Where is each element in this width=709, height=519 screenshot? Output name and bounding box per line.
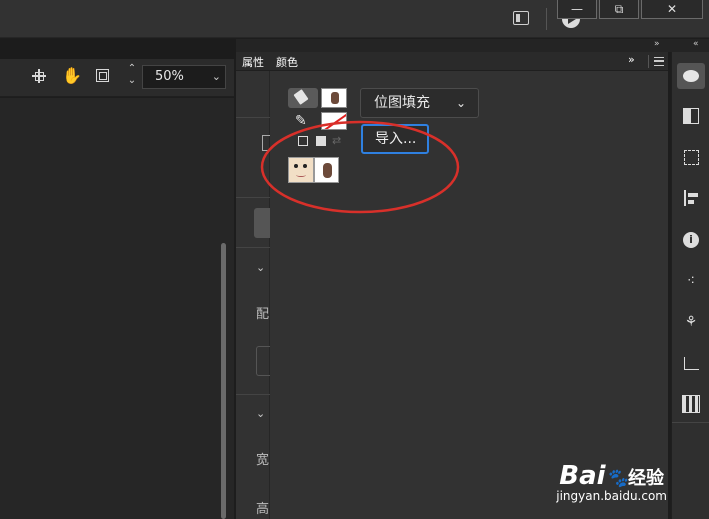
tab-color[interactable]: 颜色 [276,54,298,70]
property-label-2: 宽 [256,453,270,468]
rightbar-header: « [671,39,709,52]
divider [546,8,547,30]
frame-icon[interactable] [96,69,109,82]
vertical-scrollbar[interactable] [221,243,226,519]
panel-tab-bar: 属性 颜色 » [236,52,668,71]
crosshair-icon[interactable] [32,69,46,83]
library-icon[interactable] [677,391,705,417]
fill-type-select[interactable]: 位图填充 ⌄ [360,88,479,118]
section-chevron-icon[interactable]: ⌄ [256,407,265,420]
plugin-icon[interactable]: ⚘ [677,309,705,335]
watermark-url: jingyan.baidu.com [556,489,667,503]
annotation-ellipse [260,120,460,214]
panel-menu-icon[interactable] [654,57,664,66]
transform-icon[interactable] [677,144,705,170]
panel-header-strip: » [236,39,671,52]
paw-icon: 🐾 [605,468,628,489]
swatches-icon[interactable] [677,103,705,129]
fill-tool-button[interactable] [288,88,318,108]
palette-icon[interactable] [677,63,705,89]
minimize-button[interactable]: — [557,0,597,19]
fill-type-value: 位图填充 [374,95,430,111]
property-label-3: 高 [256,502,270,517]
right-icon-bar: i ⁖ ⚘ [671,52,709,519]
expand-panels-icon[interactable]: » [654,39,660,49]
zoom-stepper[interactable]: ⌃ ⌄ [126,63,138,91]
watermark-brand: Bai [559,461,606,491]
chevron-down-icon: ⌄ [211,70,221,83]
divider [648,55,649,68]
motion-icon[interactable]: ⁖ [677,268,705,294]
watermark-suffix: 经验 [627,468,664,489]
hand-icon[interactable]: ✋ [62,67,82,85]
bitmap-thumbnail [331,92,339,104]
title-bar: — ⧉ ✕ [0,0,709,38]
window-controls: — ⧉ ✕ [557,0,703,19]
panel-toggle-icon-inner [516,14,520,22]
stage-toolbar: ✋ ⌃ ⌄ 50% ⌄ [0,59,234,97]
collapse-rightbar-icon[interactable]: « [693,39,699,49]
restore-button[interactable]: ⧉ [599,0,639,19]
chevron-down-icon: ⌄ [455,96,466,110]
close-button[interactable]: ✕ [641,0,703,19]
stage-tabs-strip [0,39,236,59]
zoom-value: 50% [155,69,184,84]
section-chevron-icon[interactable]: ⌄ [256,261,265,274]
property-label-1: 配 [256,307,270,322]
align-icon[interactable] [677,185,705,211]
baidu-watermark: Bai🐾经验 jingyan.baidu.com [556,461,667,503]
chart-icon[interactable] [677,350,705,376]
tab-properties[interactable]: 属性 [242,54,264,70]
info-icon[interactable]: i [677,227,705,253]
collapse-panel-icon[interactable]: » [628,53,635,66]
zoom-select[interactable]: 50% ⌄ [142,65,226,89]
divider [672,422,709,423]
fill-color-swatch[interactable] [321,88,347,108]
property-input[interactable] [256,346,270,376]
paint-bucket-icon [293,89,309,105]
stage-area[interactable] [0,98,234,519]
